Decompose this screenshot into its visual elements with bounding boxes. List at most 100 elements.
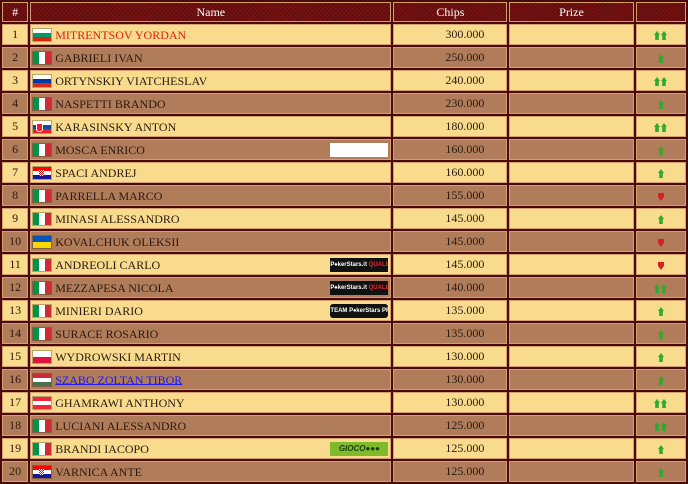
flag-it-icon (33, 442, 52, 455)
player-name: MINASI ALESSANDRO (55, 211, 180, 226)
arrow-up-icon (657, 53, 664, 63)
prize-cell (509, 231, 634, 252)
trend-cell (635, 93, 686, 114)
table-row: 11 ANDREOLI CARLO P♠kerStars.it QUALIFIER 1… (2, 254, 686, 275)
player-name: MOSCA ENRICO (55, 142, 145, 157)
flag-it-icon (33, 189, 52, 202)
trend-cell (635, 392, 686, 413)
arrow-up-icon (657, 329, 664, 339)
arrow-down-icon (657, 261, 664, 270)
table-row: 13 MINIERI DARIO TEAM P♠kerStars PRO 135.00… (2, 300, 686, 321)
rank-cell: 4 (2, 93, 29, 114)
table-row: 19 BRANDI IACOPO GIOCO●●● 125.000 (2, 438, 686, 459)
player-name: SPACI ANDREJ (55, 165, 137, 180)
flag-bg-icon (33, 28, 52, 41)
chips-cell: 125.000 (393, 461, 508, 482)
prize-cell (509, 415, 634, 436)
player-name: KOVALCHUK OLEKSII (55, 234, 180, 249)
double-arrow-up-icon (654, 76, 668, 86)
flag-it-icon (33, 419, 52, 432)
sponsor-logo-pokerstars: P♠kerStars.it QUALIFIER (330, 281, 389, 295)
table-row: 10 KOVALCHUK OLEKSII 145.000 (2, 231, 686, 252)
rank-cell: 16 (2, 369, 29, 390)
arrow-up-icon (657, 306, 664, 316)
prize-cell (509, 254, 634, 275)
rank-cell: 18 (2, 415, 29, 436)
trend-cell (635, 70, 686, 91)
trend-cell (635, 231, 686, 252)
prize-cell (509, 277, 634, 298)
trend-cell (635, 208, 686, 229)
prize-cell (509, 139, 634, 160)
sponsor-logo-white (330, 143, 389, 157)
player-name: SURACE ROSARIO (55, 326, 159, 341)
sponsor-logo-tag: PRO (381, 308, 388, 314)
player-cell: ORTYNSKIY VIATCHESLAV (30, 70, 392, 91)
player-cell: MOSCA ENRICO (30, 139, 392, 160)
player-cell: SPACI ANDREJ (30, 162, 392, 183)
trend-cell (635, 254, 686, 275)
chips-cell: 125.000 (393, 438, 508, 459)
rank-cell: 12 (2, 277, 29, 298)
flag-it-icon (33, 97, 52, 110)
player-cell: GABRIELI IVAN (30, 47, 392, 68)
double-arrow-up-icon (654, 283, 668, 293)
double-arrow-up-icon (654, 421, 668, 431)
rank-cell: 14 (2, 323, 29, 344)
arrow-up-icon (657, 467, 664, 477)
rank-cell: 2 (2, 47, 29, 68)
table-row: 4 NASPETTI BRANDO 230.000 (2, 93, 686, 114)
arrow-up-icon (657, 375, 664, 385)
table-row: 7 SPACI ANDREJ 160.000 (2, 162, 686, 183)
arrow-up-icon (657, 145, 664, 155)
flag-pl-icon (33, 350, 52, 363)
table-row: 8 PARRELLA MARCO 155.000 (2, 185, 686, 206)
prize-cell (509, 392, 634, 413)
rank-cell: 8 (2, 185, 29, 206)
player-cell: MITRENTSOV YORDAN (30, 24, 392, 45)
arrow-up-icon (657, 352, 664, 362)
sponsor-logo-text: GIOCO (338, 444, 366, 453)
player-cell: KOVALCHUK OLEKSII (30, 231, 392, 252)
double-arrow-up-icon (654, 30, 668, 40)
sponsor-logo-text: P♠kerStars.it (330, 262, 369, 268)
rank-cell: 5 (2, 116, 29, 137)
prize-cell (509, 47, 634, 68)
flag-it-icon (33, 258, 52, 271)
rank-cell: 6 (2, 139, 29, 160)
prize-cell (509, 461, 634, 482)
prize-cell (509, 300, 634, 321)
trend-cell (635, 277, 686, 298)
double-arrow-up-icon (654, 398, 668, 408)
player-name: ANDREOLI CARLO (55, 257, 161, 272)
chips-cell: 135.000 (393, 300, 508, 321)
flag-it-icon (33, 51, 52, 64)
flag-it-icon (33, 212, 52, 225)
player-cell: SURACE ROSARIO (30, 323, 392, 344)
sponsor-logo-gioco: GIOCO●●● (330, 442, 389, 456)
prize-cell (509, 323, 634, 344)
player-cell: KARASINSKY ANTON (30, 116, 392, 137)
chips-cell: 230.000 (393, 93, 508, 114)
trend-cell (635, 116, 686, 137)
chips-cell: 135.000 (393, 323, 508, 344)
player-name: ORTYNSKIY VIATCHESLAV (55, 73, 208, 88)
chips-cell: 130.000 (393, 369, 508, 390)
table-row: 20 VARNICA ANTE 125.000 (2, 461, 686, 482)
prize-cell (509, 24, 634, 45)
sponsor-logo-pokerstars: P♠kerStars.it QUALIFIER (330, 258, 389, 272)
rank-cell: 10 (2, 231, 29, 252)
player-cell: NASPETTI BRANDO (30, 93, 392, 114)
player-name: GABRIELI IVAN (55, 50, 143, 65)
table-row: 3 ORTYNSKIY VIATCHESLAV 240.000 (2, 70, 686, 91)
sponsor-logo-text: P♠kerStars.it (330, 285, 369, 291)
rank-cell: 7 (2, 162, 29, 183)
player-name: VARNICA ANTE (55, 464, 143, 479)
header-trend (635, 2, 686, 22)
header-rank: # (2, 2, 29, 22)
sponsor-logo-tag: QUALIFIER (368, 262, 389, 268)
player-name-link[interactable]: SZABO ZOLTAN TIBOR (55, 372, 182, 386)
table-row: 17 GHAMRAWI ANTHONY 130.000 (2, 392, 686, 413)
chips-cell: 160.000 (393, 162, 508, 183)
header-chips: Chips (393, 2, 508, 22)
